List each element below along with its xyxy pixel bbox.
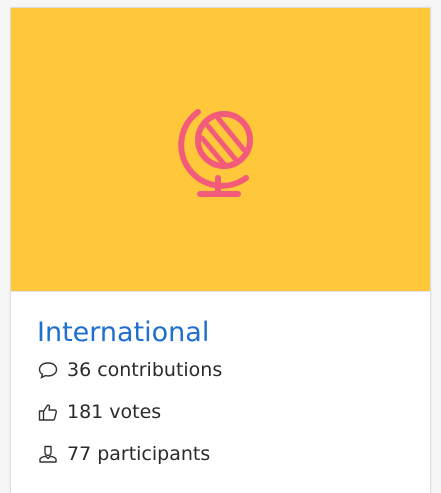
contributions-label: contributions [97,359,223,381]
stat-votes: 181 votes [37,400,410,424]
thumbs-up-icon [37,401,59,423]
votes-label: votes [109,401,162,423]
stat-participants: 77 participants [37,442,410,466]
contributions-count: 36 [67,359,92,381]
project-card[interactable]: International 36 contributions 181 votes… [10,7,431,493]
page: International 36 contributions 181 votes… [0,0,441,493]
globe-icon [177,108,253,197]
participants-label: participants [97,443,211,465]
card-divider [11,291,430,292]
comment-icon [37,359,59,381]
card-title-link[interactable]: International [37,316,410,350]
person-icon [37,443,59,465]
participants-count: 77 [67,443,92,465]
card-image[interactable] [11,8,430,291]
votes-count: 181 [67,401,104,423]
card-body: International 36 contributions 181 votes… [37,316,410,484]
stat-contributions: 36 contributions [37,358,410,382]
